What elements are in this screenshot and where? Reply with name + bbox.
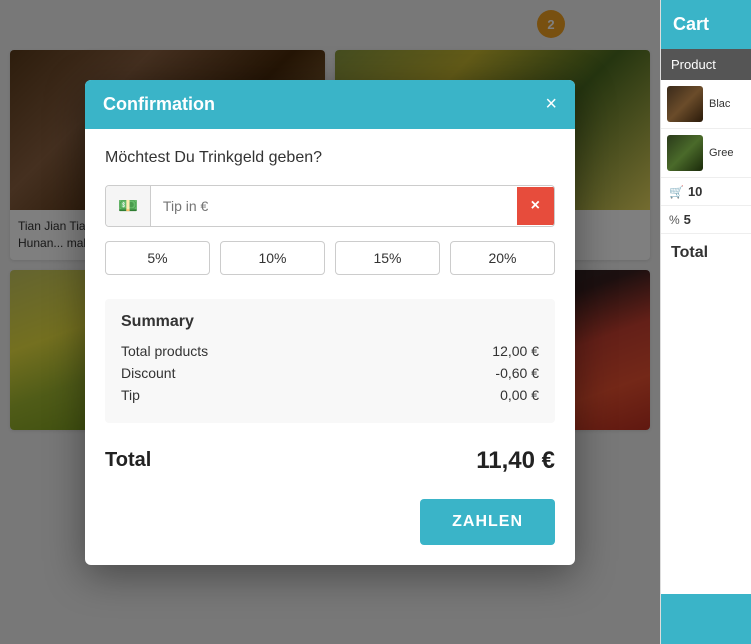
tip-clear-button[interactable]: × (517, 187, 554, 225)
tip-percent-row: 5% 10% 15% 20% (105, 241, 555, 275)
summary-products-value: 12,00 € (492, 343, 539, 359)
confirmation-modal: Confirmation × Möchtest Du Trinkgeld geb… (85, 80, 575, 565)
summary-row-tip: Tip 0,00 € (121, 387, 539, 403)
modal-header: Confirmation × (85, 80, 575, 129)
modal-body: Möchtest Du Trinkgeld geben? 💵 × 5% 10 (85, 129, 575, 499)
total-value: 11,40 € (476, 447, 555, 475)
summary-tip-value: 0,00 € (500, 387, 539, 403)
total-label: Total (105, 449, 151, 472)
tip-20-button[interactable]: 20% (450, 241, 555, 275)
summary-discount-label: Discount (121, 365, 175, 381)
tip-10-button[interactable]: 10% (220, 241, 325, 275)
tip-5-button[interactable]: 5% (105, 241, 210, 275)
cart-item: Gree (661, 129, 751, 178)
cart-item-thumbnail (667, 135, 703, 171)
cart-icon: 🛒 (669, 185, 684, 199)
modal-close-button[interactable]: × (545, 94, 557, 114)
modal-title: Confirmation (103, 94, 215, 115)
tip-15-button[interactable]: 15% (335, 241, 440, 275)
summary-title: Summary (121, 313, 539, 331)
cart-discount-row: % 5 (661, 206, 751, 234)
cart-header: Cart (661, 0, 751, 49)
cart-title: Cart (673, 14, 709, 34)
summary-products-label: Total products (121, 343, 208, 359)
summary-tip-label: Tip (121, 387, 140, 403)
modal-footer: ZAHLEN (85, 499, 575, 565)
cart-total-label: Total (661, 234, 751, 268)
cart-item-name: Gree (709, 147, 733, 159)
total-row: Total 11,40 € (105, 443, 555, 475)
pay-button[interactable]: ZAHLEN (420, 499, 555, 545)
cart-discount-value: 5 (684, 212, 691, 227)
tip-question: Möchtest Du Trinkgeld geben? (105, 149, 555, 167)
cart-item-name: Blac (709, 98, 730, 110)
percent-icon: % (669, 213, 680, 227)
summary-section: Summary Total products 12,00 € Discount … (105, 299, 555, 423)
cart-item: Blac (661, 80, 751, 129)
cart-product-label: Product (661, 49, 751, 80)
cart-qty-row: 🛒 10 (661, 178, 751, 206)
tip-input-row: 💵 × (105, 185, 555, 227)
summary-row-products: Total products 12,00 € (121, 343, 539, 359)
cart-pay-button[interactable] (661, 594, 751, 644)
summary-row-discount: Discount -0,60 € (121, 365, 539, 381)
money-icon: 💵 (106, 186, 151, 226)
cart-item-thumbnail (667, 86, 703, 122)
summary-discount-value: -0,60 € (495, 365, 539, 381)
cart-sidebar: Cart Product Blac Gree 🛒 10 % 5 Total (660, 0, 751, 644)
tip-input[interactable] (151, 188, 517, 224)
modal-overlay: Confirmation × Möchtest Du Trinkgeld geb… (0, 0, 660, 644)
cart-qty-value: 10 (688, 184, 702, 199)
